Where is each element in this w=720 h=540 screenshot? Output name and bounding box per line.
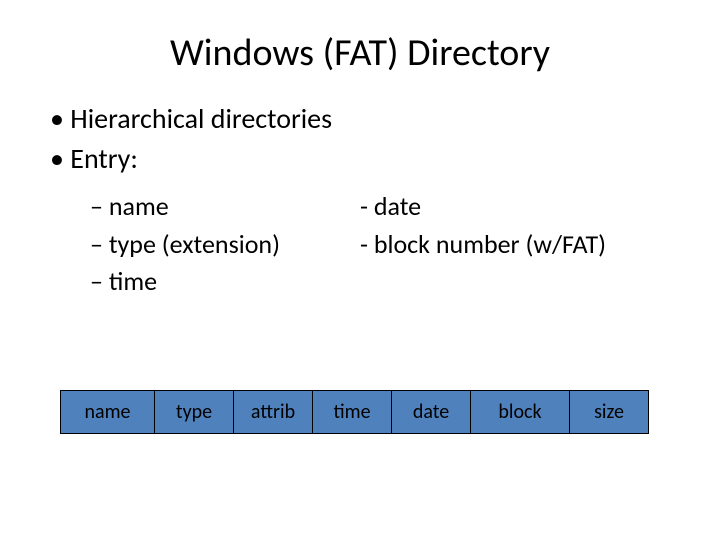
directory-entry-diagram: name type attrib time date block size xyxy=(60,390,649,434)
sub-bullet-name: name xyxy=(90,190,360,224)
sub-bullet-left-col: name type (extension) time xyxy=(90,186,360,303)
bullet-list: Hierarchical directories Entry: name typ… xyxy=(50,101,680,303)
sub-bullet-type: type (extension) xyxy=(90,228,360,262)
slide-title: Windows (FAT) Directory xyxy=(40,30,680,76)
bullet-entry: Entry: xyxy=(50,141,680,177)
sub-bullet-block: block number (w/FAT) xyxy=(360,228,606,262)
cell-name: name xyxy=(60,390,155,434)
sub-bullet-date: date xyxy=(360,190,606,224)
sub-bullet-time: time xyxy=(90,265,360,299)
cell-size: size xyxy=(569,390,649,434)
sub-bullet-columns: name type (extension) time date block nu… xyxy=(90,186,680,303)
bullet-hierarchical: Hierarchical directories xyxy=(50,101,680,137)
cell-attrib: attrib xyxy=(233,390,313,434)
cell-date: date xyxy=(391,390,471,434)
directory-entry-row: name type attrib time date block size xyxy=(60,390,649,434)
cell-type: type xyxy=(154,390,234,434)
cell-time: time xyxy=(312,390,392,434)
slide: Windows (FAT) Directory Hierarchical dir… xyxy=(0,0,720,540)
sub-bullet-right-col: date block number (w/FAT) xyxy=(360,186,606,303)
cell-block: block xyxy=(470,390,570,434)
